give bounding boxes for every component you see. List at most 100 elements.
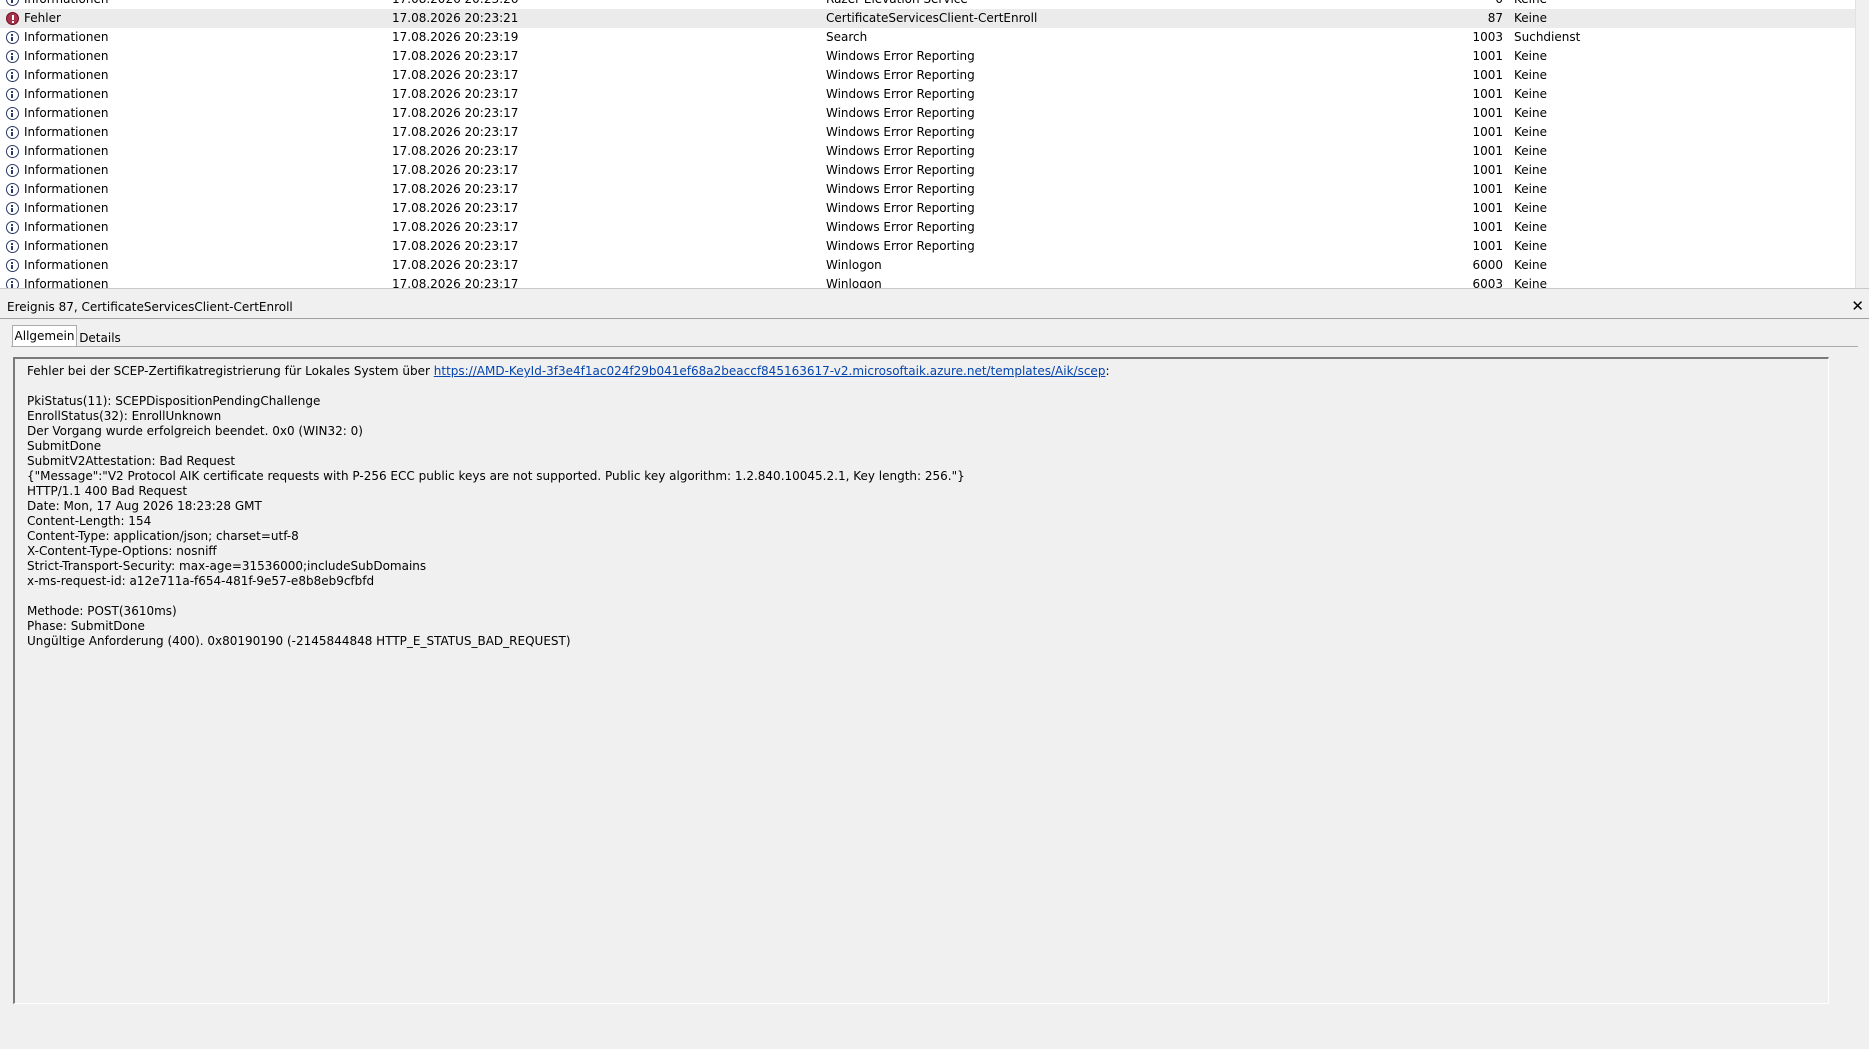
info-icon <box>6 69 19 82</box>
event-date: 17.08.2026 20:23:17 <box>392 49 519 63</box>
message-line: Strict-Transport-Security: max-age=31536… <box>27 559 427 573</box>
event-task: Keine <box>1514 144 1547 158</box>
event-id: 1001 <box>1472 182 1503 196</box>
event-task: Keine <box>1514 68 1547 82</box>
message-line: x-ms-request-id: a12e711a-f654-481f-9e57… <box>27 574 375 588</box>
event-date: 17.08.2026 20:23:17 <box>392 220 519 234</box>
message-intro-line: Fehler bei der SCEP-Zertifikatregistrier… <box>27 364 1828 379</box>
event-row[interactable]: Informationen 17.08.2026 20:23:17 Winlogon… <box>0 256 1856 275</box>
event-row[interactable]: Fehler 17.08.2026 20:23:21 CertificateServ… <box>0 9 1856 28</box>
event-row[interactable]: Informationen 17.08.2026 20:23:17 Windows … <box>0 237 1856 256</box>
info-icon <box>6 50 19 63</box>
event-level: Informationen <box>24 220 109 234</box>
info-icon <box>6 164 19 177</box>
event-id: 6000 <box>1472 258 1503 272</box>
event-date: 17.08.2026 20:23:17 <box>392 163 519 177</box>
event-id: 1001 <box>1472 163 1503 177</box>
event-source: Windows Error Reporting <box>826 239 975 253</box>
message-line: Ungültige Anforderung (400). 0x80190190 … <box>27 634 571 648</box>
event-task: Keine <box>1514 125 1547 139</box>
info-icon <box>6 126 19 139</box>
event-row[interactable]: Informationen 17.08.2026 20:23:17 Windows … <box>0 218 1856 237</box>
pane-splitter[interactable] <box>0 288 1869 296</box>
message-gap <box>27 379 1828 394</box>
event-row[interactable]: Informationen 17.08.2026 20:23:17 Windows … <box>0 66 1856 85</box>
event-date: 17.08.2026 20:23:19 <box>392 30 519 44</box>
event-date: 17.08.2026 20:23:17 <box>392 201 519 215</box>
message-line: Phase: SubmitDone <box>27 619 145 633</box>
event-row[interactable]: Informationen 17.08.2026 20:23:17 Windows … <box>0 199 1856 218</box>
tab-general[interactable]: Allgemein <box>12 325 77 346</box>
event-row[interactable]: Informationen 17.08.2026 20:23:17 Windows … <box>0 180 1856 199</box>
tab-details[interactable]: Details <box>78 329 122 347</box>
event-id: 1003 <box>1472 30 1503 44</box>
event-date: 17.08.2026 20:23:17 <box>392 68 519 82</box>
message-line: Methode: POST(3610ms) <box>27 604 177 618</box>
info-icon <box>6 240 19 253</box>
event-source: Windows Error Reporting <box>826 106 975 120</box>
event-task: Keine <box>1514 201 1547 215</box>
event-row[interactable]: Informationen 17.08.2026 20:23:17 Windows … <box>0 161 1856 180</box>
event-task: Keine <box>1514 0 1547 9</box>
message-gap <box>27 589 1828 604</box>
event-id: 1001 <box>1472 125 1503 139</box>
info-icon <box>6 202 19 215</box>
event-task: Keine <box>1514 258 1547 272</box>
close-icon[interactable]: ✕ <box>1851 297 1864 315</box>
event-id: 1001 <box>1472 239 1503 253</box>
message-line: Content-Type: application/json; charset=… <box>27 529 299 543</box>
info-icon <box>6 0 19 6</box>
event-level: Informationen <box>24 163 109 177</box>
event-id: 87 <box>1487 11 1503 25</box>
event-row[interactable]: Informationen 17.08.2026 20:23:19 Search 10… <box>0 28 1856 47</box>
message-line: SubmitV2Attestation: Bad Request <box>27 454 236 468</box>
event-id: 1001 <box>1472 144 1503 158</box>
message-line: Content-Length: 154 <box>27 514 152 528</box>
scep-url-link[interactable]: https://AMD-KeyId-3f3e4f1ac024f29b041ef6… <box>434 364 1106 378</box>
message-block-status: PkiStatus(11): SCEPDispositionPendingCha… <box>27 394 1828 589</box>
event-source: Windows Error Reporting <box>826 87 975 101</box>
event-level: Informationen <box>24 68 109 82</box>
event-date: 17.08.2026 20:23:17 <box>392 239 519 253</box>
event-row[interactable]: Informationen 17.08.2026 20:23:17 Windows … <box>0 123 1856 142</box>
event-task: Keine <box>1514 49 1547 63</box>
event-date: 17.08.2026 20:23:17 <box>392 87 519 101</box>
event-viewer-window: Informationen 17.08.2026 20:23:26 Razer El… <box>0 0 1869 1049</box>
event-task: Keine <box>1514 182 1547 196</box>
event-source: Windows Error Reporting <box>826 49 975 63</box>
event-id: 1001 <box>1472 68 1503 82</box>
event-date: 17.08.2026 20:23:17 <box>392 258 519 272</box>
event-row[interactable]: Informationen 17.08.2026 20:23:17 Windows … <box>0 104 1856 123</box>
detail-header: Ereignis 87, CertificateServicesClient-C… <box>0 296 1869 319</box>
event-row[interactable]: Informationen 17.08.2026 20:23:17 Windows … <box>0 142 1856 161</box>
event-source: Razer Elevation Service <box>826 0 968 9</box>
event-task: Keine <box>1514 239 1547 253</box>
event-source: Windows Error Reporting <box>826 144 975 158</box>
info-icon <box>6 31 19 44</box>
event-row[interactable]: Informationen 17.08.2026 20:23:26 Razer El… <box>0 0 1856 9</box>
event-list[interactable]: Informationen 17.08.2026 20:23:26 Razer El… <box>0 0 1869 292</box>
event-date: 17.08.2026 20:23:21 <box>392 11 519 25</box>
message-line: {"Message":"V2 Protocol AIK certificate … <box>27 469 965 483</box>
event-id: 1001 <box>1472 87 1503 101</box>
info-icon <box>6 221 19 234</box>
message-intro: Fehler bei der SCEP-Zertifikatregistrier… <box>27 364 434 378</box>
event-row[interactable]: Informationen 17.08.2026 20:23:17 Windows … <box>0 85 1856 104</box>
event-level: Informationen <box>24 30 109 44</box>
event-row[interactable]: Informationen 17.08.2026 20:23:17 Windows … <box>0 47 1856 66</box>
event-level: Informationen <box>24 182 109 196</box>
info-icon <box>6 183 19 196</box>
event-level: Fehler <box>24 11 61 25</box>
message-line: EnrollStatus(32): EnrollUnknown <box>27 409 222 423</box>
event-source: CertificateServicesClient-CertEnroll <box>826 11 1038 25</box>
info-icon <box>6 145 19 158</box>
event-message[interactable]: Fehler bei der SCEP-Zertifikatregistrier… <box>13 357 1829 1004</box>
event-level: Informationen <box>24 49 109 63</box>
event-level: Informationen <box>24 239 109 253</box>
event-list-scrollbar[interactable] <box>1855 0 1869 292</box>
event-task: Keine <box>1514 11 1547 25</box>
event-task: Keine <box>1514 163 1547 177</box>
event-id: 1001 <box>1472 49 1503 63</box>
event-level: Informationen <box>24 258 109 272</box>
message-line: HTTP/1.1 400 Bad Request <box>27 484 188 498</box>
